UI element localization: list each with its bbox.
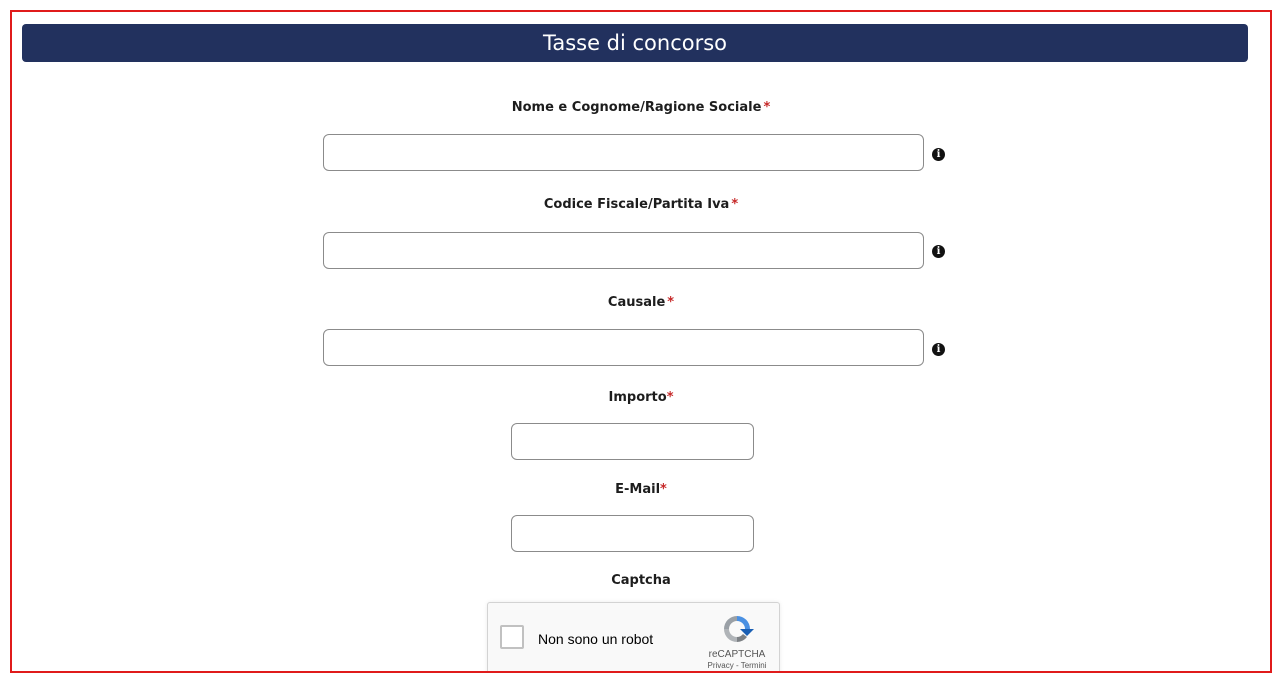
field-label-causale: Causale * xyxy=(12,295,1270,310)
recaptcha-widget: Non sono un robot reCAPTCHA Privacy - Te… xyxy=(487,602,780,671)
amount-input[interactable] xyxy=(511,423,754,460)
page-title: Tasse di concorso xyxy=(22,24,1248,62)
required-mark: * xyxy=(763,100,771,115)
field-label-text: Codice Fiscale/Partita Iva xyxy=(543,197,730,212)
required-mark: * xyxy=(667,295,675,310)
field-label-text: E-Mail xyxy=(615,482,661,497)
required-mark: * xyxy=(666,390,674,405)
fiscal-code-input[interactable] xyxy=(323,232,924,269)
info-icon[interactable]: i xyxy=(932,148,945,161)
recaptcha-brand: reCAPTCHA xyxy=(708,649,766,660)
recaptcha-logo-icon xyxy=(724,616,754,642)
field-label-amount: Importo* xyxy=(12,390,1270,405)
causale-input[interactable] xyxy=(323,329,924,366)
field-label-text: Causale xyxy=(607,295,666,310)
captcha-checkbox[interactable] xyxy=(500,625,524,649)
field-label-fiscal-code: Codice Fiscale/Partita Iva * xyxy=(12,197,1270,212)
info-icon[interactable]: i xyxy=(932,343,945,356)
info-icon[interactable]: i xyxy=(932,245,945,258)
email-input[interactable] xyxy=(511,515,754,552)
required-mark: * xyxy=(660,482,667,497)
captcha-checkbox-label[interactable]: Non sono un robot xyxy=(538,631,653,647)
field-label-name: Nome e Cognome/Ragione Sociale * xyxy=(12,100,1270,115)
captcha-label: Captcha xyxy=(611,573,671,588)
form-container: Tasse di concorso Nome e Cognome/Ragione… xyxy=(10,10,1272,673)
field-label-email: E-Mail* xyxy=(12,482,1270,497)
field-label-text: Importo xyxy=(608,390,667,405)
name-input[interactable] xyxy=(323,134,924,171)
required-mark: * xyxy=(731,197,739,212)
field-label-text: Nome e Cognome/Ragione Sociale xyxy=(511,100,762,115)
recaptcha-links[interactable]: Privacy - Termini xyxy=(696,661,778,670)
